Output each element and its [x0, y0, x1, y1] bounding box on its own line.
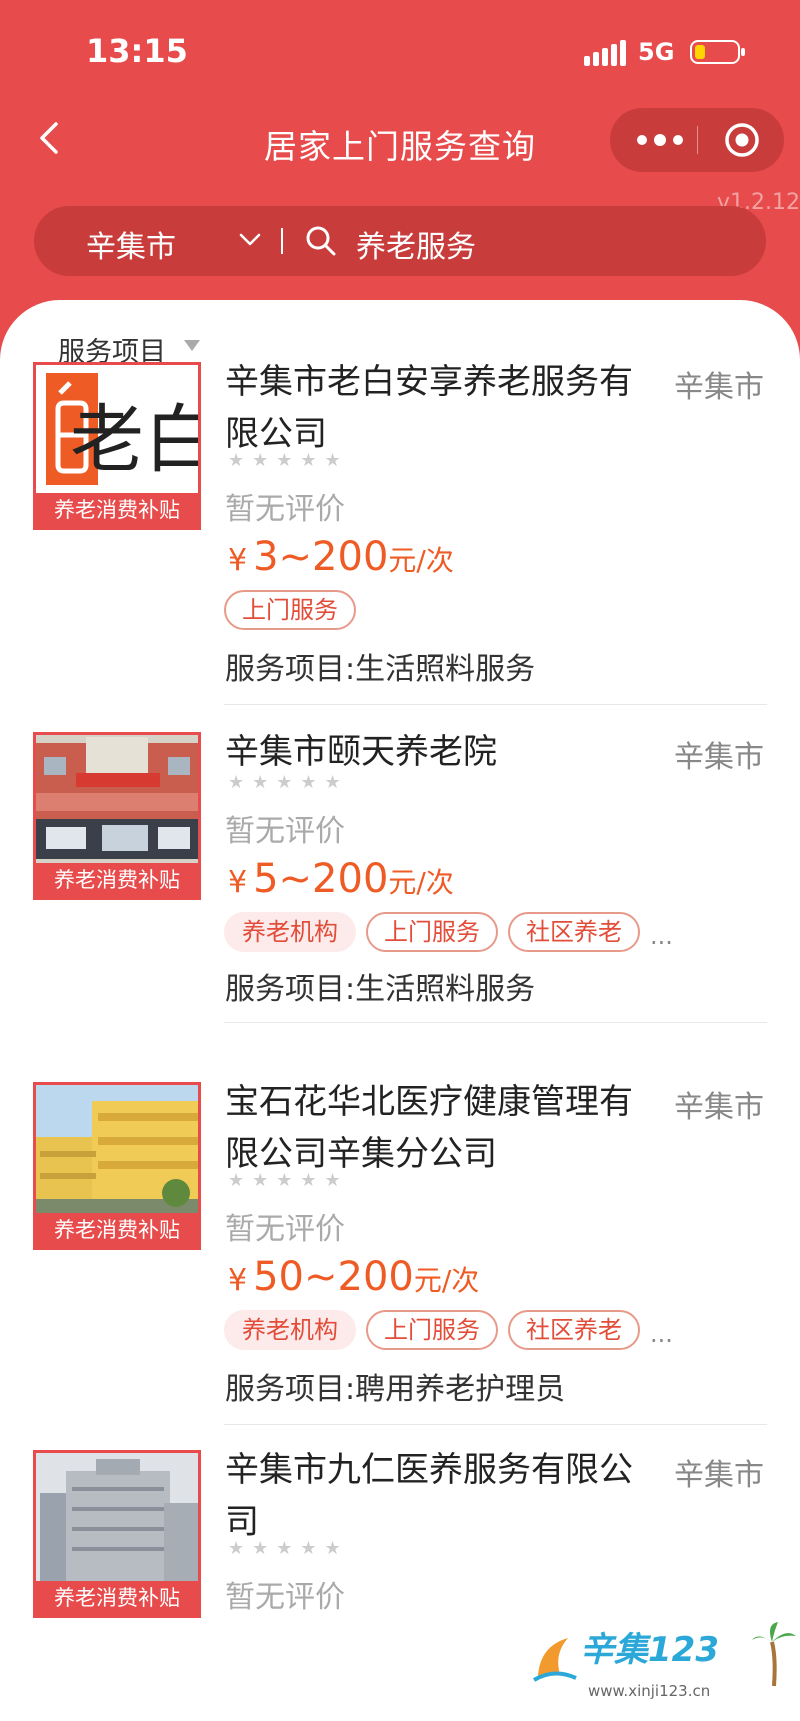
- review-status: 暂无评价: [225, 814, 345, 849]
- price-currency: ¥: [228, 543, 248, 578]
- service-items: 服务项目:聘用养老护理员: [225, 1372, 566, 1407]
- svg-text:老白: 老白: [70, 397, 198, 483]
- price-unit: 元/次: [388, 544, 454, 577]
- nursing-home-photo: [36, 735, 198, 865]
- subsidy-badge: 养老消费补贴: [36, 863, 198, 897]
- service-items: 服务项目:生活照料服务: [225, 652, 536, 687]
- rating-stars: ★★★★★: [228, 1538, 349, 1559]
- result-panel: 服务项目 老白 养老消费补贴 辛集市老白安享养老服务有限公司 辛集市 ★★★★★…: [0, 300, 800, 1721]
- provider-name[interactable]: 辛集市九仁医养服务有限公司: [225, 1444, 635, 1548]
- price-unit: 元/次: [388, 866, 454, 899]
- item-thumbnail: 养老消费补贴: [33, 1450, 201, 1618]
- status-time: 13:15: [86, 32, 188, 70]
- price: ¥5~200元/次: [228, 856, 454, 902]
- divider: [224, 704, 767, 705]
- tag: 上门服务: [224, 590, 356, 630]
- tag: 上门服务: [366, 1310, 498, 1350]
- price-range: 50~200: [253, 1254, 414, 1300]
- provider-name[interactable]: 辛集市颐天养老院: [225, 726, 635, 778]
- clinic-photo: [36, 1085, 198, 1215]
- close-miniprogram-icon[interactable]: [724, 122, 760, 158]
- search-icon: [306, 226, 336, 256]
- tag: 社区养老: [508, 912, 640, 952]
- miniprogram-capsule: [610, 108, 784, 172]
- signal-icon: [584, 40, 626, 66]
- more-icon[interactable]: [630, 128, 690, 152]
- subsidy-badge: 养老消费补贴: [36, 1213, 198, 1247]
- more-tags[interactable]: ...: [650, 922, 673, 950]
- provider-name[interactable]: 宝石花华北医疗健康管理有限公司辛集分公司: [225, 1076, 635, 1180]
- more-tags[interactable]: ...: [650, 1320, 673, 1348]
- laobai-logo: 老白: [46, 373, 198, 485]
- provider-location: 辛集市: [674, 1458, 764, 1493]
- watermark-url: www.xinji123.cn: [588, 1682, 711, 1700]
- rating-stars: ★★★★★: [228, 772, 349, 793]
- battery-icon: [690, 40, 745, 64]
- city-selector[interactable]: 辛集市: [86, 222, 176, 266]
- provider-location: 辛集市: [674, 370, 764, 405]
- rating-stars: ★★★★★: [228, 1170, 349, 1191]
- price: ¥50~200元/次: [228, 1254, 479, 1300]
- price-currency: ¥: [228, 1263, 248, 1298]
- chevron-down-icon[interactable]: [238, 230, 262, 250]
- tag: 社区养老: [508, 1310, 640, 1350]
- service-items: 服务项目:生活照料服务: [225, 972, 536, 1007]
- review-status: 暂无评价: [225, 492, 345, 527]
- provider-location: 辛集市: [674, 1090, 764, 1125]
- hospital-photo: [36, 1453, 198, 1583]
- divider: [224, 1424, 767, 1425]
- tag: 养老机构: [224, 1310, 356, 1350]
- caret-down-icon[interactable]: [184, 340, 200, 351]
- network-type: 5G: [638, 38, 675, 66]
- palm-tree-icon: [752, 1622, 796, 1687]
- subsidy-badge: 养老消费补贴: [36, 493, 198, 527]
- item-thumbnail: 老白 养老消费补贴: [33, 362, 201, 530]
- provider-name[interactable]: 辛集市老白安享养老服务有限公司: [225, 356, 635, 460]
- divider: [224, 1022, 767, 1023]
- tag-list: 养老机构 上门服务 社区养老...: [224, 912, 673, 952]
- tag: 养老机构: [224, 912, 356, 952]
- subsidy-badge: 养老消费补贴: [36, 1581, 198, 1615]
- watermark: 辛集123 www.xinji123.cn: [530, 1618, 800, 1708]
- tag: 上门服务: [366, 912, 498, 952]
- tag-list: 上门服务: [224, 590, 366, 630]
- review-status: 暂无评价: [225, 1580, 345, 1615]
- provider-location: 辛集市: [674, 740, 764, 775]
- rating-stars: ★★★★★: [228, 450, 349, 471]
- watermark-brand: 辛集123: [580, 1630, 719, 1670]
- search-bar[interactable]: 辛集市 养老服务: [34, 206, 766, 276]
- tag-list: 养老机构 上门服务 社区养老...: [224, 1310, 673, 1350]
- price-range: 3~200: [253, 534, 389, 580]
- price: ¥3~200元/次: [228, 534, 454, 580]
- price-unit: 元/次: [413, 1264, 480, 1297]
- watermark-logo-icon: [532, 1638, 577, 1682]
- search-input[interactable]: 养老服务: [356, 222, 476, 266]
- price-currency: ¥: [228, 865, 248, 900]
- price-range: 5~200: [253, 856, 389, 902]
- review-status: 暂无评价: [225, 1212, 345, 1247]
- item-thumbnail: 养老消费补贴: [33, 1082, 201, 1250]
- item-thumbnail: 养老消费补贴: [33, 732, 201, 900]
